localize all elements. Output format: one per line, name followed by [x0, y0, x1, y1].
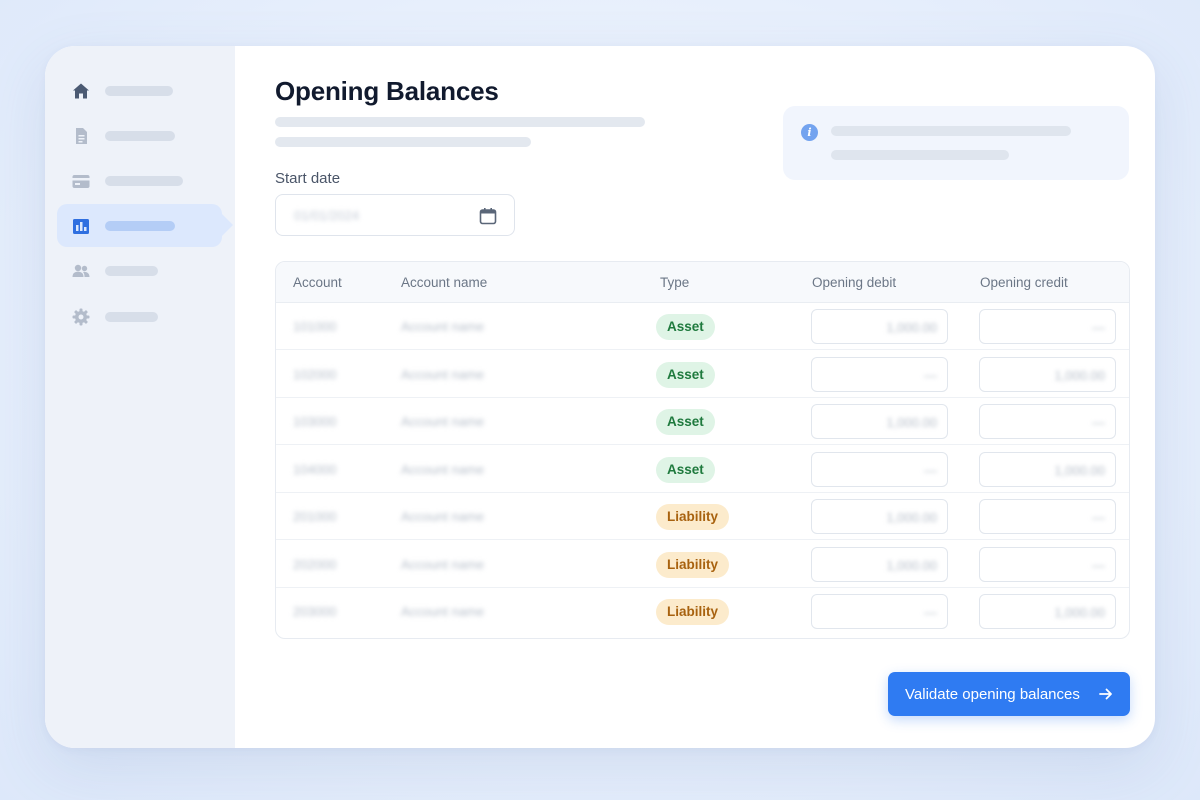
sidebar: [45, 46, 235, 748]
opening-debit-value: 1,000.00: [886, 415, 937, 430]
opening-credit-input[interactable]: 1,000.00: [979, 451, 1116, 487]
bar-chart-icon: [71, 216, 91, 236]
home-icon: [71, 81, 91, 101]
account-name: Account name: [401, 366, 485, 382]
opening-debit-input[interactable]: 1,000.00: [811, 404, 948, 439]
arrow-right-icon: [1098, 686, 1114, 706]
gear-icon: [71, 307, 91, 327]
account-name: Account name: [401, 319, 485, 334]
opening-debit-input[interactable]: —: [811, 356, 948, 392]
opening-credit-value: —: [1092, 415, 1105, 430]
description-placeholder: [275, 117, 645, 127]
opening-credit-input[interactable]: —: [979, 404, 1116, 439]
opening-credit-input[interactable]: —: [979, 309, 1116, 344]
opening-credit-value: —: [1092, 320, 1105, 335]
account-number: 103000: [293, 414, 337, 429]
app-window: Opening Balances i Start date 01/01/2024…: [45, 46, 1155, 748]
sidebar-item-users[interactable]: [57, 249, 222, 292]
opening-credit-input[interactable]: 1,000.00: [979, 594, 1116, 629]
opening-credit-input[interactable]: —: [979, 546, 1116, 582]
main-content: Opening Balances i Start date 01/01/2024…: [235, 46, 1155, 748]
sidebar-item-documents[interactable]: [57, 114, 222, 157]
sidebar-item-label-placeholder: [105, 85, 173, 96]
account-name: Account name: [401, 461, 485, 477]
opening-debit-value: 1,000.00: [886, 557, 937, 573]
table-row: 202000 Account name Liability 1,000.00 —: [276, 541, 1129, 588]
sidebar-item-label-placeholder: [105, 311, 158, 322]
info-text-placeholder: [831, 150, 1009, 160]
opening-credit-value: 1,000.00: [1054, 462, 1105, 478]
page-title: Opening Balances: [275, 76, 499, 106]
info-card: i: [783, 106, 1129, 180]
account-name: Account name: [401, 556, 485, 572]
sidebar-item-reports[interactable]: [57, 204, 233, 247]
sidebar-item-label-placeholder: [105, 175, 183, 186]
sidebar-item-label-placeholder: [105, 130, 175, 141]
start-date-input[interactable]: 01/01/2024: [275, 194, 515, 236]
column-header-type: Type: [660, 275, 690, 290]
account-number: 104000: [293, 461, 337, 477]
opening-credit-value: 1,000.00: [1054, 605, 1105, 620]
opening-credit-value: 1,000.00: [1054, 367, 1105, 383]
opening-credit-input[interactable]: 1,000.00: [979, 356, 1116, 392]
column-header-account-name: Account name: [401, 275, 488, 290]
column-header-opening-credit: Opening credit: [980, 275, 1068, 290]
column-header-account: Account: [293, 275, 342, 290]
account-type-badge: Asset: [656, 409, 715, 435]
opening-credit-value: —: [1092, 557, 1105, 573]
opening-credit-value: —: [1092, 510, 1105, 525]
table-row: 102000 Account name Asset — 1,000.00: [276, 351, 1129, 398]
table-row: 104000 Account name Asset — 1,000.00: [276, 446, 1129, 493]
opening-debit-input[interactable]: 1,000.00: [811, 309, 948, 344]
account-number: 201000: [293, 509, 337, 524]
calendar-icon[interactable]: [478, 206, 498, 231]
account-type-badge: Liability: [656, 504, 730, 530]
table-row: 201000 Account name Liability 1,000.00 —: [276, 493, 1129, 540]
balances-table: Account Account name Type Opening debit …: [275, 261, 1130, 639]
account-name: Account name: [401, 509, 485, 524]
table-row: 103000 Account name Asset 1,000.00 —: [276, 398, 1129, 445]
info-icon: i: [801, 124, 818, 141]
table-row: 101000 Account name Asset 1,000.00 —: [276, 303, 1129, 350]
sidebar-item-cards[interactable]: [57, 159, 222, 202]
account-type-badge: Liability: [656, 599, 730, 625]
sidebar-item-home[interactable]: [57, 69, 222, 112]
opening-debit-input[interactable]: —: [811, 594, 948, 629]
account-type-badge: Liability: [656, 551, 730, 578]
account-number: 202000: [293, 556, 337, 572]
opening-credit-input[interactable]: —: [979, 499, 1116, 534]
description-placeholder: [275, 137, 531, 147]
account-type-badge: Asset: [656, 314, 715, 340]
validate-opening-balances-button[interactable]: Validate opening balances: [888, 672, 1130, 716]
opening-debit-input[interactable]: 1,000.00: [811, 499, 948, 534]
sidebar-item-settings[interactable]: [57, 295, 222, 338]
opening-debit-value: 1,000.00: [886, 320, 937, 335]
opening-debit-input[interactable]: 1,000.00: [811, 546, 948, 582]
start-date-value: 01/01/2024: [294, 208, 360, 223]
table-row: 203000 Account name Liability — 1,000.00: [276, 588, 1129, 635]
info-text-placeholder: [831, 126, 1071, 136]
account-number: 203000: [293, 604, 337, 619]
account-number: 101000: [293, 319, 337, 334]
sidebar-item-label-placeholder: [105, 220, 175, 231]
document-icon: [71, 126, 91, 146]
account-name: Account name: [401, 604, 485, 619]
opening-debit-value: —: [924, 462, 937, 478]
card-icon: [71, 171, 91, 191]
users-icon: [71, 261, 91, 281]
opening-debit-value: 1,000.00: [886, 510, 937, 525]
opening-debit-value: —: [924, 367, 937, 383]
opening-debit-value: —: [924, 605, 937, 620]
validate-button-label: Validate opening balances: [905, 685, 1080, 703]
opening-debit-input[interactable]: —: [811, 451, 948, 487]
start-date-label: Start date: [275, 170, 341, 187]
column-header-opening-debit: Opening debit: [812, 275, 897, 290]
account-number: 102000: [293, 366, 337, 382]
account-type-badge: Asset: [656, 361, 715, 388]
account-name: Account name: [401, 414, 485, 429]
table-header: Account Account name Type Opening debit …: [276, 262, 1129, 303]
account-type-badge: Asset: [656, 456, 715, 483]
sidebar-item-label-placeholder: [105, 265, 158, 276]
